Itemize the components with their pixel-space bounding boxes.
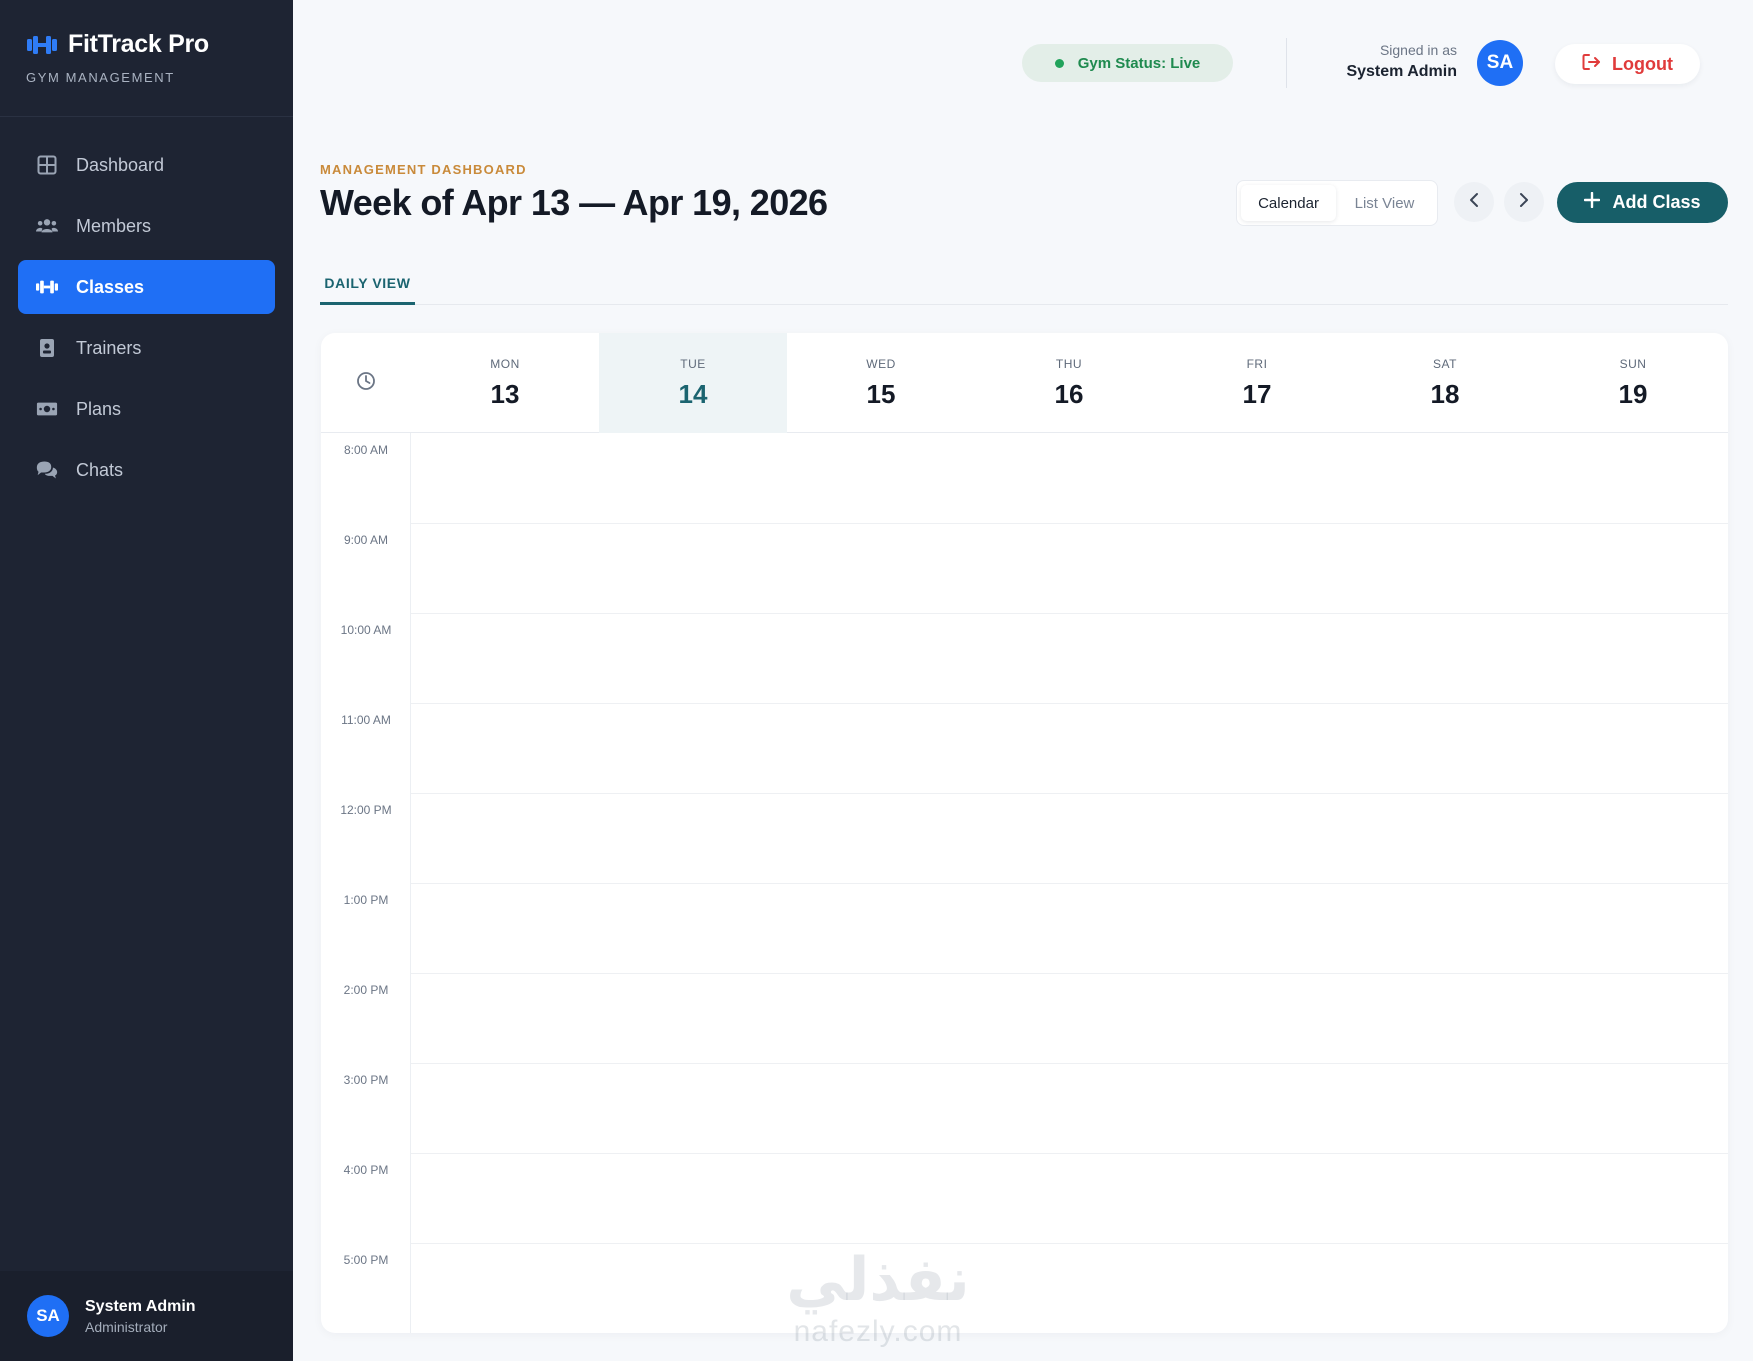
day-number: 17 — [1242, 378, 1272, 409]
day-column-header[interactable]: SAT 18 — [1351, 333, 1539, 433]
hour-gridline — [411, 703, 1728, 704]
time-slot-label: 11:00 AM — [341, 713, 391, 727]
dumbbell-icon — [36, 276, 58, 298]
time-slot-label: 1:00 PM — [343, 893, 389, 907]
view-toggle: Calendar List View — [1236, 180, 1438, 226]
sidebar-item-trainers[interactable]: Trainers — [18, 321, 275, 375]
avatar: SA — [27, 1295, 69, 1337]
page-eyebrow: MANAGEMENT DASHBOARD — [320, 162, 527, 177]
time-slot-label: 2:00 PM — [343, 983, 389, 997]
user-avatar[interactable]: SA — [1477, 40, 1523, 86]
day-name: FRI — [1246, 356, 1268, 371]
hour-gridline — [411, 1243, 1728, 1244]
chevron-left-icon — [1468, 192, 1480, 213]
time-slot-label: 10:00 AM — [340, 623, 392, 637]
sidebar-nav: Dashboard Members Classes Trainers Plans — [0, 117, 293, 497]
chat-icon — [36, 459, 58, 481]
calendar-view-button[interactable]: Calendar — [1241, 185, 1337, 221]
day-column-header[interactable]: SUN 19 — [1539, 333, 1727, 433]
hour-gridline — [411, 973, 1728, 974]
logout-label: Logout — [1612, 53, 1673, 74]
sidebar-item-dashboard[interactable]: Dashboard — [18, 138, 275, 192]
time-slot-label: 12:00 PM — [340, 803, 392, 817]
day-column-header[interactable]: WED 15 — [787, 333, 975, 433]
page-title: Week of Apr 13 — Apr 19, 2026 — [320, 182, 828, 223]
sidebar-user-role: Administrator — [85, 1318, 168, 1335]
money-icon — [36, 398, 58, 420]
logout-icon — [1582, 53, 1602, 76]
time-column: 8:00 AM 9:00 AM 10:00 AM 11:00 AM 12:00 … — [321, 433, 411, 1333]
gym-status-text: Gym Status: Live — [1077, 54, 1201, 72]
grid-icon — [36, 154, 58, 176]
sidebar-user[interactable]: SA System Admin Administrator — [0, 1271, 293, 1361]
logout-button[interactable]: Logout — [1555, 44, 1700, 84]
signed-in-name: System Admin — [1346, 63, 1457, 80]
sidebar-item-chats[interactable]: Chats — [18, 443, 275, 497]
add-class-button[interactable]: Add Class — [1557, 182, 1728, 223]
day-number: 18 — [1430, 378, 1460, 409]
sidebar: FitTrack Pro GYM MANAGEMENT Dashboard Me… — [0, 0, 293, 1361]
time-slot-label: 4:00 PM — [343, 1163, 389, 1177]
day-name: WED — [866, 356, 896, 371]
next-week-button[interactable] — [1504, 182, 1544, 222]
time-slot-label: 8:00 AM — [343, 443, 389, 457]
hour-gridline — [411, 613, 1728, 614]
prev-week-button[interactable] — [1454, 182, 1494, 222]
gym-status-badge: Gym Status: Live — [1022, 44, 1233, 82]
id-badge-icon — [36, 337, 58, 359]
day-name: SAT — [1433, 356, 1457, 371]
day-number: 13 — [490, 378, 520, 409]
sidebar-item-label: Members — [76, 215, 152, 236]
chevron-right-icon — [1518, 192, 1530, 213]
plus-icon — [1584, 191, 1601, 213]
day-name: TUE — [680, 356, 706, 371]
sidebar-item-label: Classes — [76, 276, 145, 297]
day-column-header[interactable]: MON 13 — [411, 333, 599, 433]
week-calendar: MON 13 TUE 14 WED 15 THU 16 FRI 17 SAT 1… — [321, 333, 1728, 1333]
hour-gridline — [411, 523, 1728, 524]
day-column-header[interactable]: THU 16 — [975, 333, 1163, 433]
list-view-button[interactable]: List View — [1336, 185, 1433, 221]
calendar-grid[interactable]: 8:00 AM 9:00 AM 10:00 AM 11:00 AM 12:00 … — [321, 433, 1728, 1333]
day-name: MON — [490, 356, 520, 371]
time-slot-label: 9:00 AM — [343, 533, 389, 547]
sidebar-item-label: Trainers — [76, 337, 142, 358]
signed-in-label: Signed in as — [1379, 42, 1457, 58]
day-column-header-today[interactable]: TUE 14 — [599, 333, 787, 433]
tab-daily-view[interactable]: DAILY VIEW — [320, 264, 415, 305]
calendar-header: MON 13 TUE 14 WED 15 THU 16 FRI 17 SAT 1… — [321, 333, 1728, 433]
sidebar-user-name: System Admin — [85, 1297, 196, 1315]
sidebar-item-classes[interactable]: Classes — [18, 260, 275, 314]
sidebar-item-label: Chats — [76, 459, 124, 480]
brand-title: FitTrack Pro — [68, 30, 209, 58]
day-number: 19 — [1618, 378, 1648, 409]
add-class-label: Add Class — [1612, 192, 1701, 212]
day-name: SUN — [1619, 356, 1647, 371]
day-name: THU — [1055, 356, 1083, 371]
sidebar-item-plans[interactable]: Plans — [18, 382, 275, 436]
brand-subtitle: GYM MANAGEMENT — [26, 70, 175, 85]
hour-gridline — [411, 1063, 1728, 1064]
clock-icon — [356, 371, 376, 396]
dumbbell-logo-icon — [26, 33, 58, 57]
time-slot-label: 3:00 PM — [343, 1073, 389, 1087]
day-number: 14 — [678, 378, 708, 409]
hour-gridline — [411, 1153, 1728, 1154]
time-slot-label: 5:00 PM — [343, 1253, 389, 1267]
day-column-header[interactable]: FRI 17 — [1163, 333, 1351, 433]
time-column-header — [321, 333, 411, 433]
sidebar-item-label: Plans — [76, 398, 122, 419]
hour-gridline — [411, 793, 1728, 794]
view-tabs: DAILY VIEW — [320, 264, 1728, 305]
sidebar-item-members[interactable]: Members — [18, 199, 275, 253]
hour-gridline — [411, 883, 1728, 884]
users-icon — [36, 215, 58, 237]
divider — [1286, 38, 1287, 88]
brand: FitTrack Pro GYM MANAGEMENT — [0, 0, 293, 117]
sidebar-item-label: Dashboard — [76, 154, 165, 175]
signed-in-info: Signed in as System Admin — [1346, 42, 1457, 81]
day-number: 15 — [866, 378, 896, 409]
status-dot-icon — [1054, 58, 1064, 68]
day-number: 16 — [1054, 378, 1084, 409]
